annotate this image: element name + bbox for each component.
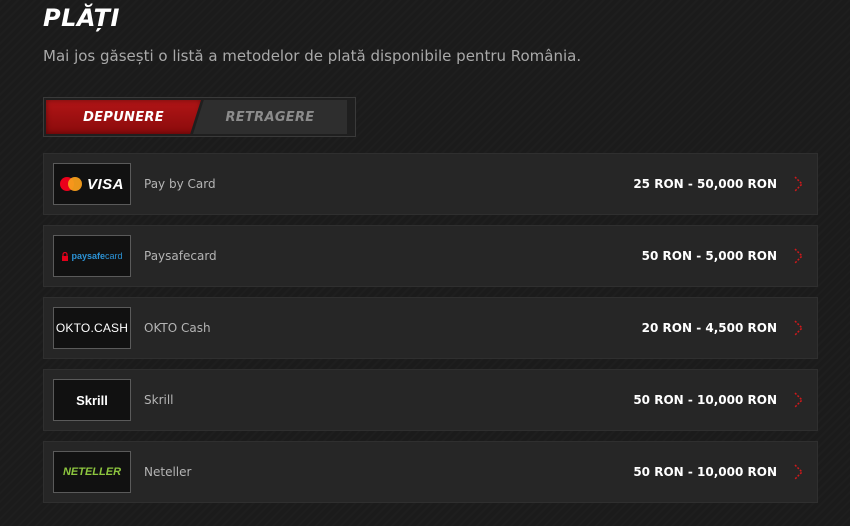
method-limits: 20 RON - 4,500 RON (641, 321, 777, 335)
chevron-right-icon (794, 320, 804, 336)
payment-method-okto-cash[interactable]: OKTO.CASH OKTO Cash 20 RON - 4,500 RON (43, 297, 818, 359)
paysafecard-logo: paysafecard (53, 235, 131, 277)
method-name: Pay by Card (144, 177, 216, 191)
mastercard-orange-circle-icon (67, 177, 82, 191)
payment-method-card[interactable]: VISA Pay by Card 25 RON - 50,000 RON (43, 153, 818, 215)
method-name: Skrill (144, 393, 174, 407)
payment-methods-list: VISA Pay by Card 25 RON - 50,000 RON pay… (43, 153, 818, 503)
tab-withdraw-label: RETRAGERE (225, 109, 315, 125)
method-name: Paysafecard (144, 249, 217, 263)
payment-tabs: DEPUNERE RETRAGERE (43, 97, 356, 137)
chevron-right-icon (794, 392, 804, 408)
method-limits: 25 RON - 50,000 RON (633, 177, 777, 191)
visa-mastercard-logo: VISA (53, 163, 131, 205)
page-subtitle: Mai jos găsești o listă a metodelor de p… (43, 47, 582, 65)
okto-cash-logo-text: OKTO.CASH (55, 321, 129, 335)
payment-method-neteller[interactable]: NETELLER Neteller 50 RON - 10,000 RON (43, 441, 818, 503)
chevron-right-icon (794, 248, 804, 264)
page-title: PLĂȚI (43, 4, 120, 32)
method-name: OKTO Cash (144, 321, 211, 335)
tab-withdraw[interactable]: RETRAGERE (193, 100, 347, 134)
neteller-logo: NETELLER (53, 451, 131, 493)
chevron-right-icon (794, 464, 804, 480)
method-limits: 50 RON - 10,000 RON (633, 393, 777, 407)
payment-method-paysafecard[interactable]: paysafecard Paysafecard 50 RON - 5,000 R… (43, 225, 818, 287)
skrill-logo: Skrill (53, 379, 131, 421)
paysafe-text: paysafe (71, 251, 105, 261)
okto-cash-logo: OKTO.CASH (53, 307, 131, 349)
tab-deposit[interactable]: DEPUNERE (46, 100, 201, 134)
tab-deposit-label: DEPUNERE (83, 109, 164, 125)
paysafecard-lock-icon (62, 251, 69, 261)
card-text: card (105, 251, 123, 261)
method-name: Neteller (144, 465, 192, 479)
visa-logo-text: VISA (86, 175, 124, 193)
skrill-logo-text: Skrill (76, 392, 108, 408)
method-limits: 50 RON - 5,000 RON (641, 249, 777, 263)
payment-method-skrill[interactable]: Skrill Skrill 50 RON - 10,000 RON (43, 369, 818, 431)
neteller-logo-text: NETELLER (62, 466, 122, 478)
chevron-right-icon (794, 176, 804, 192)
method-limits: 50 RON - 10,000 RON (633, 465, 777, 479)
